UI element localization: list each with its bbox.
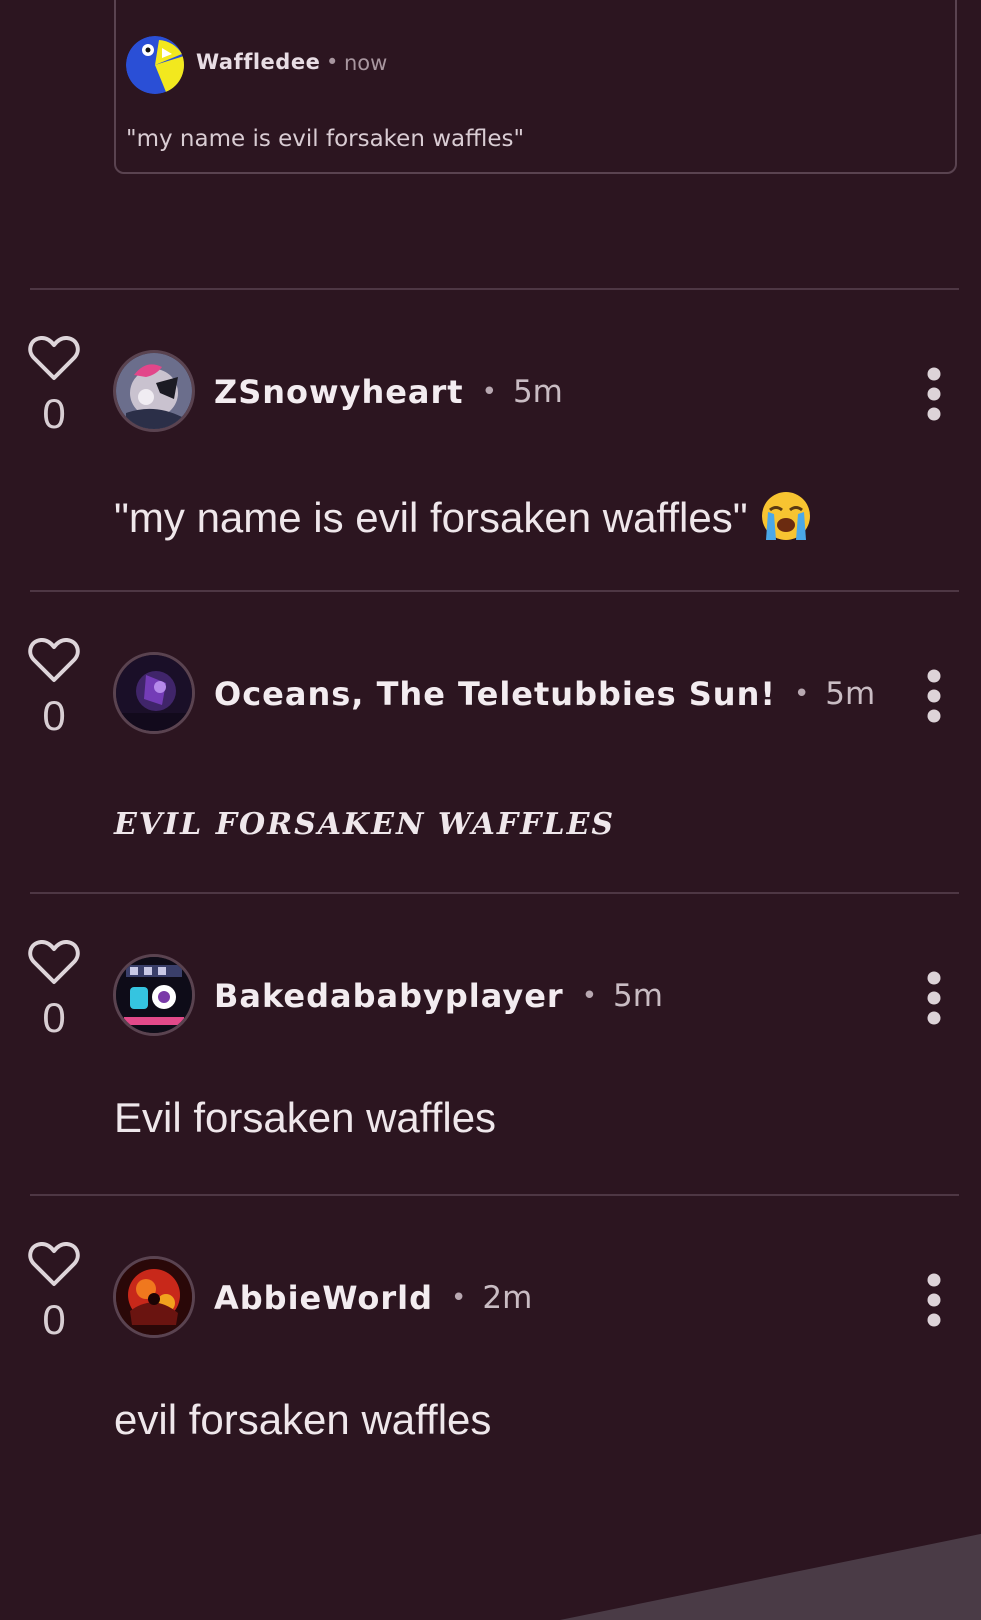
comment-meta: Bakedababyplayer • 5m bbox=[214, 976, 663, 1016]
like-count: 0 bbox=[42, 692, 66, 739]
timestamp: 5m bbox=[613, 978, 663, 1014]
avatar[interactable] bbox=[113, 652, 195, 734]
like-count: 0 bbox=[42, 994, 66, 1041]
comment-meta: Oceans, The Teletubbies Sun! • 5m bbox=[214, 674, 875, 714]
username[interactable]: Oceans, The Teletubbies Sun! bbox=[214, 675, 776, 713]
comment-text: "my name is evil forsaken waffles" bbox=[114, 490, 812, 542]
more-vertical-icon[interactable] bbox=[921, 366, 947, 422]
comment: 0 AbbieWorld • 2m evil forsaken waffles bbox=[0, 1196, 981, 1498]
comment-text: EVIL FORSAKEN WAFFLES bbox=[114, 807, 616, 842]
avatar[interactable] bbox=[113, 1256, 195, 1338]
comment-text-content: "my name is evil forsaken waffles" bbox=[114, 494, 748, 541]
comment-text: evil forsaken waffles bbox=[114, 1396, 492, 1443]
separator-dot: • bbox=[451, 1283, 467, 1313]
heart-outline-icon[interactable] bbox=[28, 1240, 80, 1288]
quoted-text: "my name is evil forsaken waffles" bbox=[126, 126, 525, 152]
timestamp: 5m bbox=[512, 374, 563, 410]
more-vertical-icon[interactable] bbox=[921, 668, 947, 724]
more-vertical-icon[interactable] bbox=[921, 1272, 947, 1328]
quoted-timestamp: now bbox=[344, 51, 388, 75]
username[interactable]: AbbieWorld bbox=[214, 1279, 433, 1317]
comment: 0 Oceans, The Teletubbies Sun! • 5m EVIL… bbox=[0, 592, 981, 894]
separator-dot: • bbox=[481, 377, 497, 407]
heart-outline-icon[interactable] bbox=[28, 636, 80, 684]
overlay-edge bbox=[560, 1533, 981, 1620]
avatar[interactable] bbox=[113, 954, 195, 1036]
heart-outline-icon[interactable] bbox=[28, 334, 80, 382]
timestamp: 2m bbox=[482, 1280, 533, 1316]
like-count: 0 bbox=[42, 390, 66, 437]
timestamp: 5m bbox=[825, 676, 876, 712]
quoted-username[interactable]: Waffledee bbox=[196, 50, 320, 74]
comment-meta: ZSnowyheart • 5m bbox=[214, 372, 563, 412]
comment: 0 Bakedababyplayer • 5m Evil forsaken wa… bbox=[0, 894, 981, 1196]
quoted-comment-card[interactable]: Waffledee • now "my name is evil forsake… bbox=[114, 0, 957, 174]
more-vertical-icon[interactable] bbox=[921, 970, 947, 1026]
comment-meta: AbbieWorld • 2m bbox=[214, 1278, 532, 1318]
username[interactable]: Bakedababyplayer bbox=[214, 977, 564, 1015]
loudly-crying-face-emoji bbox=[761, 492, 810, 540]
comment: 0 ZSnowyheart • 5m "my name is evil fors… bbox=[0, 290, 981, 592]
comment-text: Evil forsaken waffles bbox=[114, 1094, 497, 1141]
username[interactable]: ZSnowyheart bbox=[214, 373, 464, 411]
avatar[interactable] bbox=[126, 36, 184, 94]
separator-dot: • bbox=[326, 50, 339, 74]
avatar[interactable] bbox=[113, 350, 195, 432]
like-count: 0 bbox=[42, 1296, 66, 1343]
separator-dot: • bbox=[793, 679, 810, 709]
separator-dot: • bbox=[581, 981, 598, 1011]
heart-outline-icon[interactable] bbox=[28, 938, 80, 986]
